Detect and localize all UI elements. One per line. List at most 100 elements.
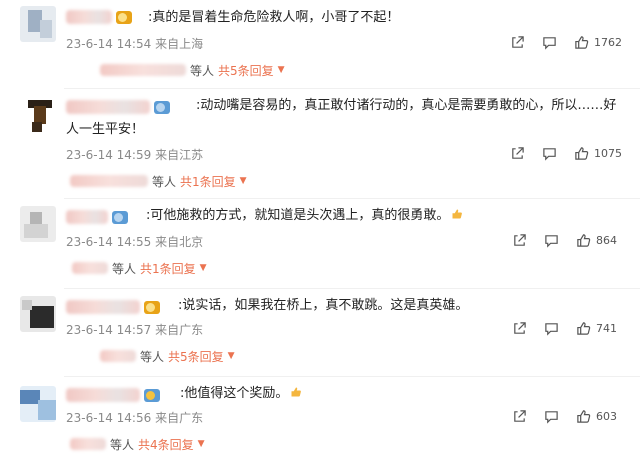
- reply-usernames: [70, 175, 148, 187]
- avatar[interactable]: [20, 386, 56, 422]
- like-icon[interactable]: [572, 144, 590, 162]
- comment-body: :他值得这个奖励。: [180, 386, 289, 401]
- username[interactable]: [66, 300, 140, 314]
- fan-badge: [144, 301, 160, 314]
- caret-down-icon: ▼: [277, 65, 285, 75]
- badge-icon: [146, 303, 155, 312]
- username[interactable]: [66, 10, 112, 24]
- location: 来自广东: [155, 411, 204, 425]
- share-icon[interactable]: [508, 144, 526, 162]
- timestamp: 23-6-14 14:59: [66, 148, 152, 162]
- share-icon[interactable]: [510, 231, 528, 249]
- location: 来自上海: [155, 37, 204, 51]
- location: 来自广东: [155, 323, 204, 337]
- reply-count[interactable]: 共1条回复: [180, 173, 236, 190]
- badge-icon: [118, 13, 127, 22]
- like-count: 864: [596, 233, 617, 247]
- thumbs-up-emoji-icon: [452, 209, 463, 219]
- fan-badge: [144, 389, 160, 402]
- timestamp: 23-6-14 14:56: [66, 411, 152, 425]
- reply-prefix: 等人: [112, 261, 137, 276]
- fan-badge: [116, 11, 132, 24]
- reply-usernames: [70, 438, 106, 450]
- comment-item: :他值得这个奖励。 23-6-14 14:56 来自广东 603 等人 共4条回…: [0, 378, 640, 465]
- location: 来自江苏: [155, 148, 204, 162]
- comment-actions: 603: [496, 407, 622, 425]
- like-count: 1075: [594, 146, 622, 160]
- reply-count[interactable]: 共5条回复: [218, 62, 274, 79]
- divider: [64, 88, 640, 89]
- comment-icon[interactable]: [542, 407, 560, 425]
- comment-icon[interactable]: [542, 319, 560, 337]
- reply-summary[interactable]: 等人 共4条回复 ▼: [70, 436, 205, 452]
- avatar[interactable]: [20, 6, 56, 42]
- reply-prefix: 等人: [140, 349, 165, 364]
- share-icon[interactable]: [510, 407, 528, 425]
- comment-meta: 23-6-14 14:55 来自北京: [66, 233, 203, 250]
- like-count: 1762: [594, 35, 622, 49]
- comment-item: :真的是冒着生命危险救人啊，小哥了不起！ 23-6-14 14:54 来自上海 …: [0, 0, 640, 90]
- comment-meta: 23-6-14 14:56 来自广东: [66, 409, 203, 426]
- divider: [64, 288, 640, 289]
- comment-icon[interactable]: [542, 231, 560, 249]
- comment-actions: 864: [496, 231, 622, 249]
- reply-usernames: [100, 64, 186, 76]
- avatar[interactable]: [20, 206, 56, 242]
- reply-usernames: [100, 350, 136, 362]
- username[interactable]: [66, 210, 108, 224]
- reply-prefix: 等人: [152, 174, 177, 189]
- like-icon[interactable]: [574, 407, 592, 425]
- comment-text: :说实话，如果我在桥上，真不敢跳。这是真英雄。: [178, 298, 469, 313]
- comment-actions: 1075: [494, 144, 622, 162]
- comment-body: :可他施救的方式，就知道是头次遇上，真的很勇敢。: [146, 208, 450, 223]
- reply-count[interactable]: 共5条回复: [168, 348, 224, 365]
- timestamp: 23-6-14 14:54: [66, 37, 152, 51]
- share-icon[interactable]: [508, 33, 526, 51]
- comment-text: :他值得这个奖励。: [180, 382, 620, 406]
- share-icon[interactable]: [510, 319, 528, 337]
- comment-item: :动动嘴是容易的，真正敢付诸行动的，真心是需要勇敢的心，所以……好人一生平安！ …: [0, 90, 640, 200]
- badge-icon: [114, 213, 123, 222]
- caret-down-icon: ▼: [197, 439, 205, 449]
- reply-summary[interactable]: 等人 共1条回复 ▼: [72, 260, 207, 276]
- like-icon[interactable]: [574, 319, 592, 337]
- reply-prefix: 等人: [190, 63, 215, 78]
- like-icon[interactable]: [574, 231, 592, 249]
- comment-item: :说实话，如果我在桥上，真不敢跳。这是真英雄。 23-6-14 14:57 来自…: [0, 290, 640, 380]
- comment-meta: 23-6-14 14:59 来自江苏: [66, 146, 203, 163]
- comment-actions: 741: [496, 319, 622, 337]
- thumbs-up-emoji-icon: [291, 387, 302, 397]
- like-count: 603: [596, 409, 617, 423]
- comment-actions: 1762: [494, 33, 622, 51]
- comment-icon[interactable]: [540, 144, 558, 162]
- divider: [64, 376, 640, 377]
- reply-count[interactable]: 共1条回复: [140, 260, 196, 277]
- username[interactable]: [66, 388, 140, 402]
- comment-text: :动动嘴是容易的，真正敢付诸行动的，真心是需要勇敢的心，所以……好人一生平安！: [66, 98, 617, 137]
- comment-icon[interactable]: [540, 33, 558, 51]
- timestamp: 23-6-14 14:55: [66, 235, 152, 249]
- reply-summary[interactable]: 等人 共1条回复 ▼: [70, 173, 247, 189]
- comment-meta: 23-6-14 14:54 来自上海: [66, 35, 203, 52]
- reply-summary[interactable]: 等人 共5条回复 ▼: [100, 348, 235, 364]
- avatar[interactable]: [20, 96, 56, 132]
- reply-count[interactable]: 共4条回复: [138, 436, 194, 453]
- location: 来自北京: [155, 235, 204, 249]
- caret-down-icon: ▼: [199, 263, 207, 273]
- comment-text: :可他施救的方式，就知道是头次遇上，真的很勇敢。: [146, 204, 626, 228]
- reply-summary[interactable]: 等人 共5条回复 ▼: [100, 62, 285, 78]
- comment-meta: 23-6-14 14:57 来自广东: [66, 321, 203, 338]
- timestamp: 23-6-14 14:57: [66, 323, 152, 337]
- caret-down-icon: ▼: [239, 176, 247, 186]
- avatar[interactable]: [20, 296, 56, 332]
- comment-item: :可他施救的方式，就知道是头次遇上，真的很勇敢。 23-6-14 14:55 来…: [0, 200, 640, 290]
- caret-down-icon: ▼: [227, 351, 235, 361]
- badge-icon: [146, 391, 155, 400]
- like-count: 741: [596, 321, 617, 335]
- comment-text: :真的是冒着生命危险救人啊，小哥了不起！: [148, 10, 400, 25]
- reply-usernames: [72, 262, 108, 274]
- like-icon[interactable]: [572, 33, 590, 51]
- fan-badge: [112, 211, 128, 224]
- divider: [64, 198, 640, 199]
- reply-prefix: 等人: [110, 437, 135, 452]
